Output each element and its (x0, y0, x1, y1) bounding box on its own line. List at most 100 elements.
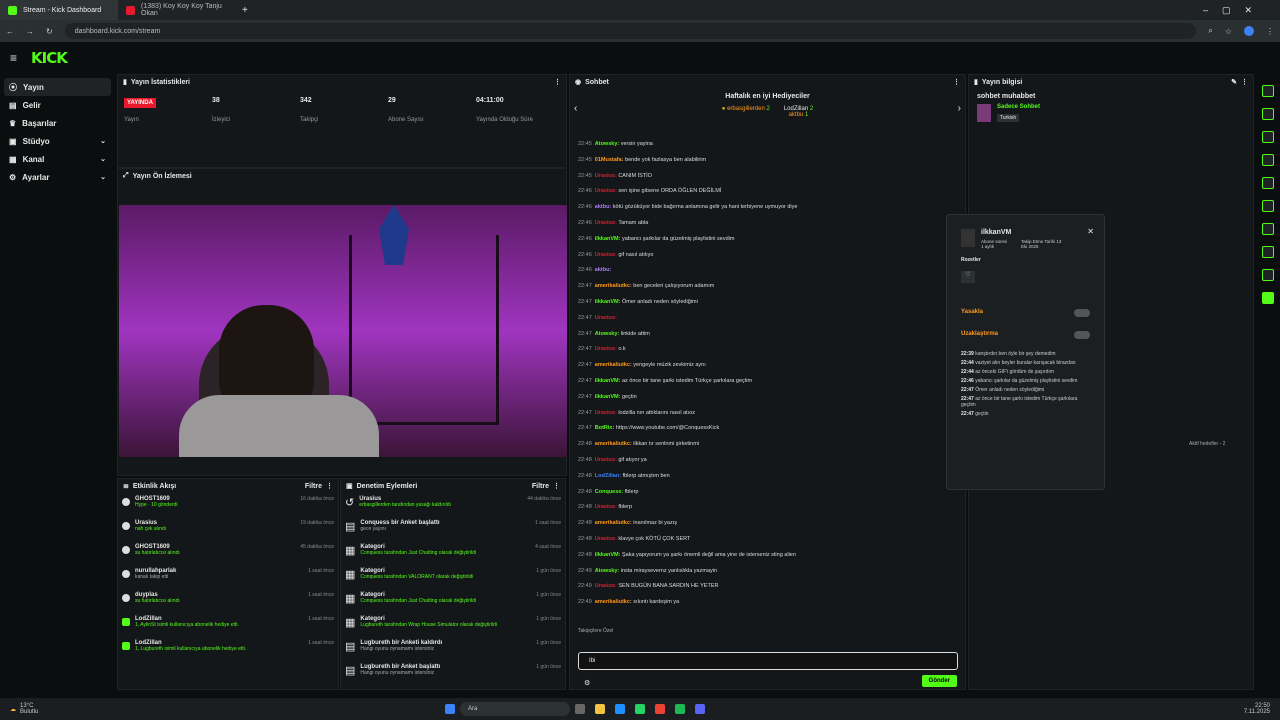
chat-message[interactable]: 22:46 ilkkanVM: yabancı şarkılar da güzel… (578, 236, 958, 243)
chat-message[interactable]: 22:47 Urasius: (578, 315, 958, 322)
zoom-icon[interactable]: ⌕ (1208, 26, 1212, 36)
chat-message[interactable]: 22:47 ilkkanVM: geçtin (578, 394, 958, 401)
users-icon[interactable] (1262, 269, 1274, 281)
tab-stream[interactable]: Stream - Kick Dashboard (0, 0, 118, 20)
message-user[interactable]: Conquess: (595, 489, 625, 495)
more-icon[interactable]: ⋮ (553, 482, 560, 490)
message-user[interactable]: Atowsky: (595, 568, 621, 574)
chat-message[interactable]: 22:48 Urasius: klavye çok KÖTÜ ÇOK SERT (578, 536, 958, 543)
settings-icon[interactable]: ⚙ (584, 679, 590, 687)
message-user[interactable]: ilkkanVM: (595, 378, 622, 384)
message-user[interactable]: amerikaliutkc: (595, 520, 634, 526)
whatsapp-icon[interactable] (635, 704, 645, 714)
more-icon[interactable]: ⋮ (1241, 78, 1248, 86)
windows-start-icon[interactable] (445, 704, 455, 714)
sidebar-item-yayin[interactable]: ⦿ Yayın (4, 78, 111, 96)
category-name[interactable]: Sadece Sohbet (997, 104, 1040, 110)
message-user[interactable]: LodZillan: (595, 473, 623, 479)
sidebar-item-ayarlar[interactable]: ⚙ Ayarlar ⌄ (4, 168, 111, 186)
explorer-icon[interactable] (595, 704, 605, 714)
message-user[interactable]: amerikaliutkc: (595, 362, 634, 368)
message-user[interactable]: Urasius: (595, 346, 619, 352)
clock[interactable]: 22:50 7.11.2025 (1244, 703, 1270, 715)
chat-message[interactable]: 22:45 Urasius: CANIM İSTİO (578, 173, 958, 180)
menu-icon[interactable]: ⋮ (1266, 27, 1274, 36)
window-controls[interactable]: –▢✕ (1203, 5, 1266, 16)
active-goals-label[interactable]: Aktif hedefler - 2 (1189, 441, 1225, 447)
message-user[interactable]: Urasius: (595, 583, 619, 589)
more-icon[interactable]: ⋮ (326, 482, 333, 490)
list-item[interactable]: GHOST1609 su hatırlatıcısı alındı 45 dakik… (118, 541, 338, 565)
message-user[interactable]: Urasius: (595, 252, 619, 258)
chat-message[interactable]: 22:46 Urasius: Tamam abla (578, 220, 958, 227)
message-user[interactable]: amerikaliutkc: (595, 441, 634, 447)
reload-icon[interactable]: ↻ (46, 27, 53, 36)
chat-message[interactable]: 22:46 Urasius: gif nasıl atılıyo (578, 252, 958, 259)
more-icon[interactable]: ⋮ (953, 78, 960, 86)
chat-message[interactable]: 22:45 Atowsky: versin yayina (578, 141, 958, 148)
chat-message[interactable]: 22:48 LodZillan: fblerp atmıştım ben (578, 473, 958, 480)
send-button[interactable]: Gönder (921, 675, 957, 687)
sidebar-item-kanal[interactable]: ▦ Kanal ⌄ (4, 150, 111, 168)
chat-message[interactable]: 22:48 Urasius: gif atıyor ya (578, 457, 958, 464)
list-item[interactable]: ▦ Kategori Conquess tarafından Just Chatti… (341, 589, 565, 613)
list-item[interactable]: ▦ Kategori Lugbureth tarafından Wrap House… (341, 613, 565, 637)
timeout-toggle[interactable] (1074, 331, 1090, 339)
forward-icon[interactable]: → (26, 27, 34, 36)
message-user[interactable]: Urasius: (595, 173, 619, 179)
taskbar-search[interactable]: Ara (460, 702, 570, 716)
message-user[interactable]: ilkkanVM: (595, 299, 622, 305)
list-item[interactable]: nurullahparlak kanalı takip etti 1 saat ön… (118, 565, 338, 589)
message-user[interactable]: Urasius: (595, 410, 619, 416)
list-item[interactable]: GHOST1609 Hype · 10 gönderdi 16 dakika önc… (118, 493, 338, 517)
message-user[interactable]: Urasius: (595, 315, 617, 321)
edge-icon[interactable] (615, 704, 625, 714)
message-user[interactable]: Urasius: (595, 504, 619, 510)
camera-icon[interactable] (1262, 223, 1274, 235)
message-user[interactable]: amerikaliutkc: (595, 283, 634, 289)
list-item[interactable]: duyplas su hatırlatıcısı alındı 1 saat önc… (118, 589, 338, 613)
list-item[interactable]: ▦ Kategori Conquess tarafından VALORANT ol… (341, 565, 565, 589)
chat-message[interactable]: 22:48 amerikaliutkc: inanılmaz bi yazış (578, 520, 958, 527)
close-icon[interactable]: ✕ (1087, 227, 1094, 236)
chat-message[interactable]: 22:49 Urasius: SEN BUGÜN BANA SARDIN HE Y… (578, 583, 958, 590)
chat-message[interactable]: 22:47 ilkkanVM: Ömer anladı neden söyledi… (578, 299, 958, 306)
list-item[interactable]: ↺ Urasius erbasgillerden tarafından yasağı… (341, 493, 565, 517)
url-field[interactable]: dashboard.kick.com/stream (64, 23, 1197, 39)
filter-button[interactable]: Filtre (532, 483, 549, 490)
message-user[interactable]: ilkkanVM: (595, 394, 622, 400)
arrows-icon[interactable] (1262, 200, 1274, 212)
chat-message[interactable]: 22:48 amerikaliutkc: ilkkan tır senlnmi ş… (578, 441, 958, 448)
edit-icon[interactable]: ✎ (1231, 78, 1237, 86)
list-item[interactable]: ▤ Lugbureth bir Anketi kaldırdı Hangi oyun… (341, 637, 565, 661)
discord-icon[interactable] (695, 704, 705, 714)
list-item[interactable]: LodZillan 1, Lugbureth isimli kullanıcıya… (118, 637, 338, 661)
chat-message[interactable]: 22:47 BotRix: https://www.youtube.com/@Co… (578, 425, 958, 432)
video-player[interactable] (119, 205, 567, 457)
sidebar-item-gelir[interactable]: ▤ Gelir (4, 96, 111, 114)
filter-button[interactable]: Filtre (305, 483, 322, 490)
chat-message[interactable]: 22:49 Atowsky: insta miraysevernz yanlısl… (578, 568, 958, 575)
edit-icon[interactable] (1262, 85, 1274, 97)
list-item[interactable]: LodZillan 1, AylinSt isimli kullanıcıya a… (118, 613, 338, 637)
message-user[interactable]: 01Mustafa: (595, 157, 625, 163)
tablet-icon[interactable] (1262, 154, 1274, 166)
chat-message[interactable]: 22:47 Atowsky: linkide attim (578, 331, 958, 338)
chat-message[interactable]: 22:47 Urasius: o.k (578, 346, 958, 353)
list-item[interactable]: Urasius nah çek alındı 19 dakika önce (118, 517, 338, 541)
weather-widget[interactable]: ☁ 13°C Bulutlu (0, 703, 180, 715)
profile-avatar[interactable] (1244, 26, 1254, 36)
chat-message[interactable]: 22:46 Urasius: sen işine gitsene ORDA ÖĞL… (578, 188, 958, 195)
chat-message[interactable]: 22:45 01Mustafa: bende yok fazlasya ben a… (578, 157, 958, 164)
ban-toggle[interactable] (1074, 309, 1090, 317)
message-user[interactable]: amerikaliutkc: (595, 599, 634, 605)
sidebar-item-studyo[interactable]: ▣ Stüdyo ⌄ (4, 132, 111, 150)
tools-icon[interactable] (1262, 246, 1274, 258)
chat-icon[interactable] (1262, 177, 1274, 189)
back-icon[interactable]: ← (6, 27, 14, 36)
message-user[interactable]: Urasius: (595, 220, 619, 226)
chat-message[interactable]: 22:47 amerikaliutkc: yengeyle müzik zevki… (578, 362, 958, 369)
chat-message[interactable]: 22:48 Conquess: fblerp (578, 489, 958, 496)
new-tab-icon[interactable]: + (242, 5, 248, 16)
sidebar-item-basarilar[interactable]: ♛ Başarılar (4, 114, 111, 132)
